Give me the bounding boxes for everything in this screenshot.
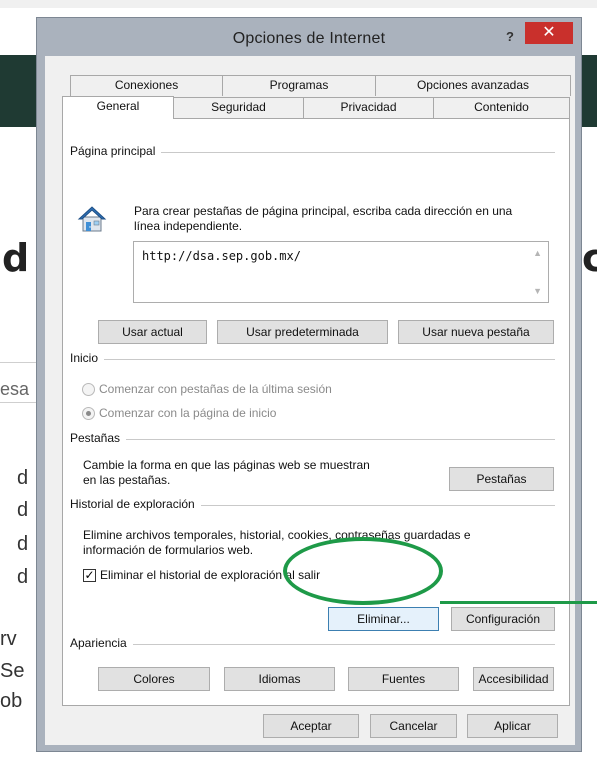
startup-group-label: Inicio [70,351,105,365]
dialog-title: Opciones de Internet [232,30,386,47]
apply-button[interactable]: Aplicar [467,714,558,738]
highlight-pointer-line [440,601,597,604]
tabs-settings-button[interactable]: Pestañas [449,467,554,491]
ok-button[interactable]: Aceptar [263,714,359,738]
internet-options-dialog: Opciones de Internet ? ✕ Conexiones Prog… [36,17,582,752]
group-divider [71,644,555,645]
background-divider [0,402,40,403]
use-default-button[interactable]: Usar predeterminada [217,320,388,344]
tabs-group-label: Pestañas [70,431,127,445]
tab-privacidad[interactable]: Privacidad [303,97,434,118]
background-heading-fragment-left: d [2,236,30,280]
appearance-group-label: Apariencia [70,636,133,650]
browser-top-strip [0,0,597,8]
home-page-instructions: Para crear pestañas de página principal,… [134,204,513,233]
home-page-icon [77,206,107,232]
group-divider [71,359,555,360]
title-bar[interactable]: Opciones de Internet ? ✕ [37,18,581,56]
tab-opciones-avanzadas[interactable]: Opciones avanzadas [375,75,571,96]
background-divider [0,362,40,363]
background-text-fragment: rv [0,628,17,650]
tab-contenido[interactable]: Contenido [433,97,570,118]
dialog-client-area: Conexiones Programas Opciones avanzadas … [45,56,575,745]
background-text-fragment: d [17,467,29,489]
background-heading-fragment-right: c [582,236,597,280]
group-divider [71,439,555,440]
languages-button[interactable]: Idiomas [224,667,335,691]
help-button[interactable]: ? [503,29,517,45]
scroll-up-icon[interactable]: ▲ [533,248,542,258]
colors-button[interactable]: Colores [98,667,210,691]
close-icon: ✕ [542,24,556,41]
fonts-button[interactable]: Fuentes [348,667,459,691]
history-settings-button[interactable]: Configuración [451,607,555,631]
startup-home-page-label: Comenzar con la página de inicio [99,406,277,420]
startup-last-session-radio[interactable] [82,383,95,396]
delete-on-exit-checkbox[interactable]: ✓ [83,569,96,582]
startup-home-page-radio[interactable] [82,407,95,420]
close-button[interactable]: ✕ [525,22,573,44]
tab-seguridad[interactable]: Seguridad [173,97,304,118]
accessibility-button[interactable]: Accesibilidad [473,667,554,691]
scroll-down-icon[interactable]: ▼ [533,286,542,296]
tabs-description: Cambie la forma en que las páginas web s… [83,458,370,487]
background-text-fragment: d [17,499,29,521]
background-text-fragment: d [17,533,29,555]
background-text-fragment: ob [0,690,23,712]
general-tab-panel: Página principal Para crear pestañas de … [62,118,570,706]
tab-programas[interactable]: Programas [222,75,376,96]
use-current-button[interactable]: Usar actual [98,320,207,344]
home-page-url-textarea[interactable]: http://dsa.sep.gob.mx/ ▲ ▼ [133,241,549,303]
startup-last-session-label: Comenzar con pestañas de la última sesió… [99,382,332,396]
highlight-ellipse-annotation [283,537,443,605]
history-group-label: Historial de exploración [70,497,201,511]
tab-conexiones[interactable]: Conexiones [70,75,223,96]
home-page-url-value: http://dsa.sep.gob.mx/ [142,249,301,263]
home-page-group-label: Página principal [70,144,162,158]
cancel-button[interactable]: Cancelar [370,714,457,738]
background-text-fragment: esa [0,379,30,399]
use-new-tab-button[interactable]: Usar nueva pestaña [398,320,554,344]
delete-history-button[interactable]: Eliminar... [328,607,439,631]
background-text-fragment: Se [0,660,25,682]
background-text-fragment: d [17,566,29,588]
tab-general[interactable]: General [62,96,174,119]
